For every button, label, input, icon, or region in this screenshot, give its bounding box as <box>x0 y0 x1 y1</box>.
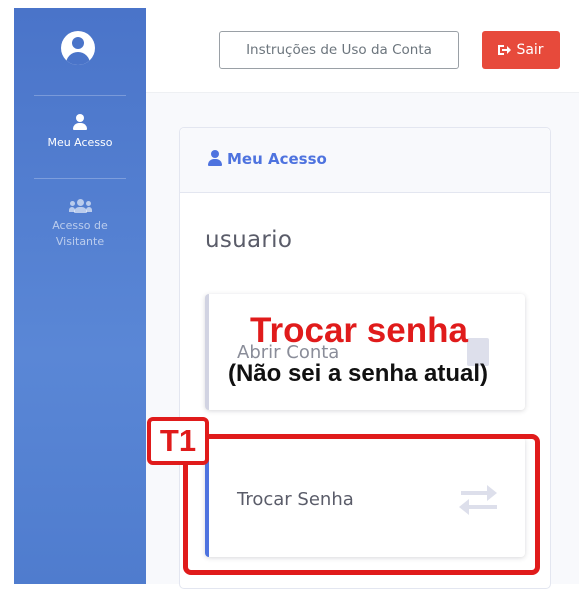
annotation-subtitle: (Não sei a senha atual) <box>227 360 489 387</box>
card-header: Meu Acesso <box>180 128 550 193</box>
sign-out-icon <box>498 45 512 55</box>
annotation-title: Trocar senha <box>250 311 468 350</box>
annotation-tag: T1 <box>147 417 209 465</box>
card-title-text: Meu Acesso <box>227 150 327 168</box>
sidebar-divider <box>34 178 126 179</box>
user-icon <box>73 114 87 130</box>
card-title: Meu Acesso <box>208 150 327 168</box>
sidebar-item-label: Meu Acesso <box>47 136 113 149</box>
users-icon <box>69 199 92 213</box>
user-avatar-icon[interactable] <box>61 31 95 65</box>
instructions-button[interactable]: Instruções de Uso da Conta <box>219 31 459 69</box>
logout-label: Sair <box>516 42 544 58</box>
logout-button[interactable]: Sair <box>482 31 560 69</box>
sidebar: Meu Acesso Acesso de Visitante <box>14 8 146 584</box>
annotation-highlight-box <box>183 434 540 575</box>
sidebar-item-acesso-visitante[interactable]: Acesso de Visitante <box>14 199 146 250</box>
sidebar-divider <box>34 95 126 96</box>
username: usuario <box>205 227 293 253</box>
sidebar-item-meu-acesso[interactable]: Meu Acesso <box>14 114 146 151</box>
sidebar-item-label: Acesso de Visitante <box>52 219 108 248</box>
user-icon <box>208 150 222 166</box>
